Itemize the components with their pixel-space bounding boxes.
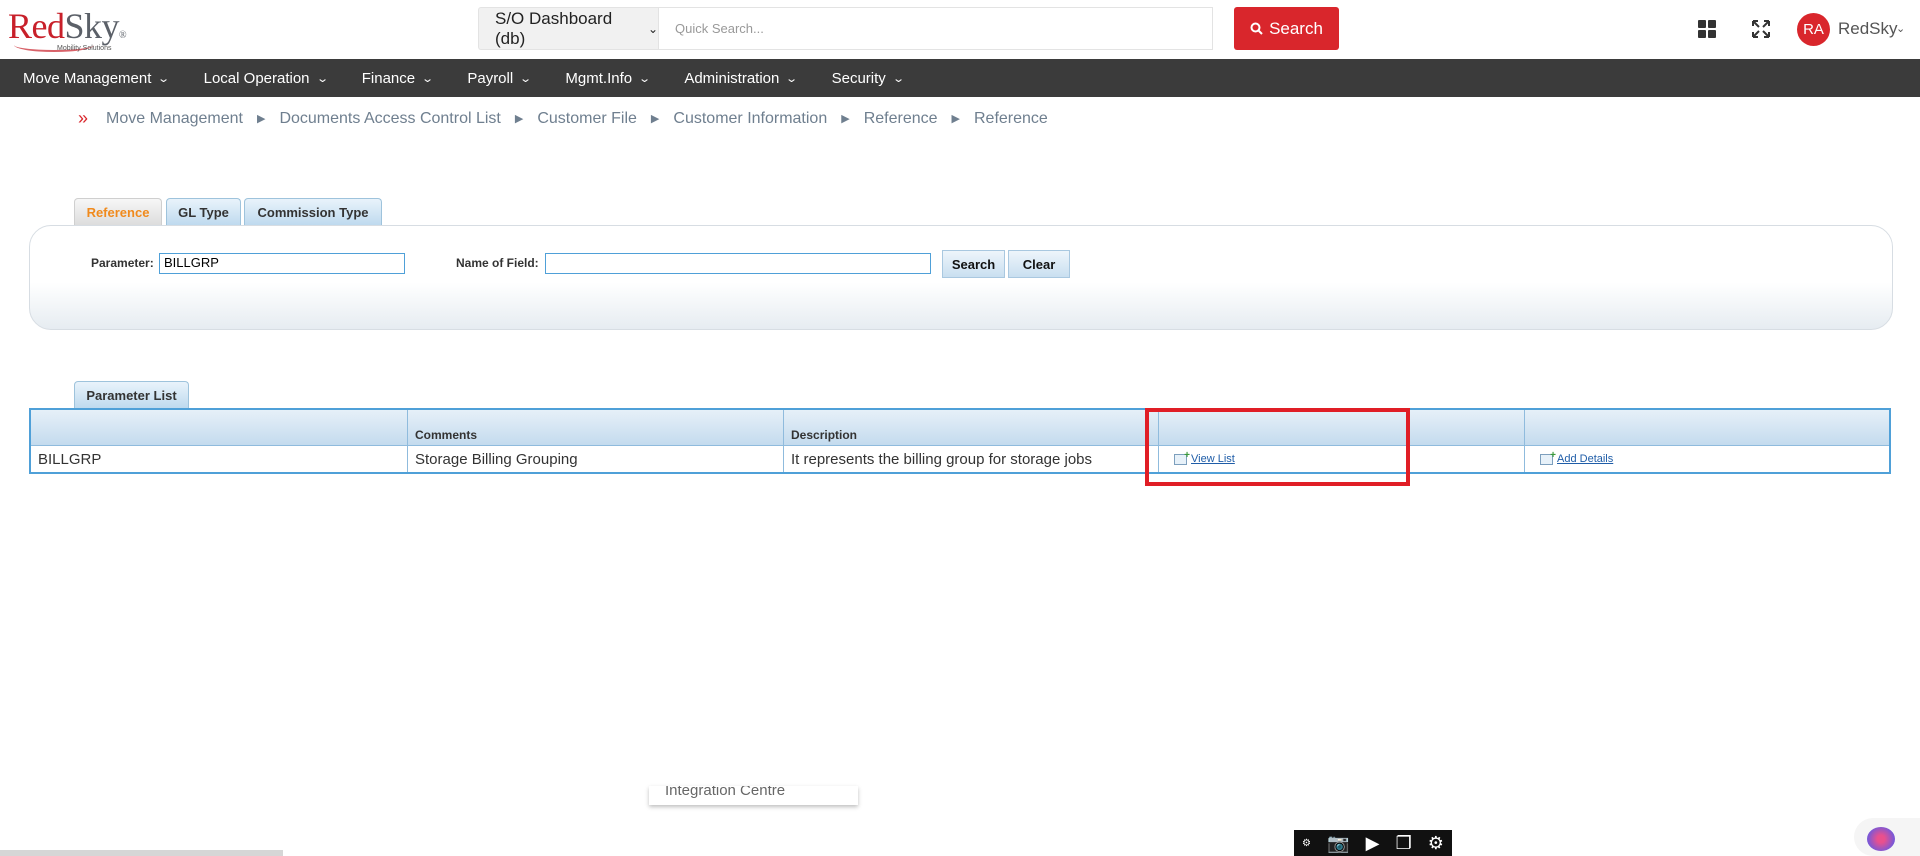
filter-search-button[interactable]: Search [942, 250, 1005, 278]
column-header [1524, 410, 1889, 445]
user-avatar[interactable]: RA [1797, 13, 1830, 46]
breadcrumb-item[interactable]: Reference [864, 110, 938, 128]
breadcrumb-item[interactable]: Documents Access Control List [279, 110, 500, 128]
nav-payroll[interactable]: Payroll ⌄ [467, 70, 533, 87]
nav-administration[interactable]: Administration ⌄ [684, 70, 799, 87]
column-header[interactable]: Comments [407, 410, 783, 445]
breadcrumb-separator-icon: ▶ [951, 113, 960, 125]
chevron-down-icon: ⌄ [421, 72, 435, 85]
redsky-logo[interactable]: RedSky® Mobility Solutions [8, 8, 127, 52]
main-nav: Move Management ⌄ Local Operation ⌄ Financ… [0, 59, 1920, 97]
tab-parameter-list[interactable]: Parameter List [74, 381, 189, 409]
global-search: S/O Dashboard (db) ⌄ Quick Search... Sear… [478, 7, 1339, 50]
annotation-highlight-box [1145, 408, 1410, 486]
double-chevron-icon: » [78, 108, 89, 128]
quick-search-input[interactable]: Quick Search... [658, 7, 1213, 50]
breadcrumb-separator-icon: ▶ [514, 113, 524, 125]
comments-cell: Storage Billing Grouping [407, 446, 783, 472]
brain-icon [1867, 827, 1895, 851]
breadcrumb-separator-icon: ▶ [650, 113, 660, 125]
breadcrumb-item[interactable]: Customer File [537, 110, 637, 128]
breadcrumb: » Move Management ▶ Documents Access Con… [78, 108, 1048, 129]
breadcrumb-item[interactable]: Move Management [106, 110, 243, 128]
nav-security[interactable]: Security ⌄ [832, 70, 905, 87]
nav-local-operation[interactable]: Local Operation ⌄ [204, 70, 329, 87]
dashboard-select[interactable]: S/O Dashboard (db) ⌄ [478, 7, 658, 50]
capture-toolbar: ⚙ 📷 ▶ ❐ ⚙ [1294, 830, 1452, 856]
name-of-field-input[interactable] [545, 253, 931, 274]
table-header-row: Comments Description [31, 410, 1889, 445]
breadcrumb-current: Reference [974, 109, 1048, 127]
document-add-icon [1540, 450, 1556, 465]
chevron-down-icon: ⌄ [157, 72, 171, 85]
settings-mini-icon[interactable]: ⚙ [1302, 838, 1311, 849]
user-name[interactable]: RedSky [1838, 19, 1898, 39]
nav-mgmt-info[interactable]: Mgmt.Info ⌄ [565, 70, 652, 87]
logo-tagline: Mobility Solutions [57, 45, 112, 52]
tab-commission-type[interactable]: Commission Type [244, 198, 382, 226]
apps-grid-icon[interactable] [1698, 20, 1716, 38]
add-details-cell: Add Details [1524, 446, 1889, 472]
add-details-link[interactable]: Add Details [1540, 450, 1613, 465]
fullscreen-icon[interactable] [1752, 18, 1770, 44]
chevron-down-icon: ⌄ [785, 72, 799, 85]
dropdown-menu-fragment[interactable]: Integration Centre [649, 786, 858, 805]
gear-icon[interactable]: ⚙ [1428, 833, 1444, 854]
chevron-down-icon: ⌄ [315, 72, 329, 85]
chevron-down-icon[interactable]: ⌄ [1896, 22, 1905, 35]
chevron-down-icon: ⌄ [638, 72, 652, 85]
chevron-down-icon: ⌄ [647, 21, 658, 36]
extension-widget[interactable] [1854, 818, 1920, 856]
horizontal-scrollbar[interactable] [0, 850, 283, 856]
nav-move-management[interactable]: Move Management ⌄ [23, 70, 171, 87]
search-button[interactable]: Search [1234, 7, 1339, 50]
parameter-input[interactable]: BILLGRP [159, 253, 405, 274]
table-row: BILLGRP Storage Billing Grouping It repr… [31, 445, 1889, 472]
video-icon[interactable]: ▶ [1366, 833, 1380, 854]
column-header[interactable]: Description [783, 410, 1158, 445]
chevron-down-icon: ⌄ [891, 72, 905, 85]
app-header: RedSky® Mobility Solutions S/O Dashboard… [0, 0, 1920, 59]
parameter-table: Comments Description BILLGRP Storage Bil… [29, 408, 1891, 474]
breadcrumb-separator-icon: ▶ [256, 113, 266, 125]
filter-clear-button[interactable]: Clear [1008, 250, 1070, 278]
column-header[interactable] [31, 410, 407, 445]
name-of-field-label: Name of Field: [456, 256, 539, 270]
copy-icon[interactable]: ❐ [1396, 833, 1412, 854]
nav-finance[interactable]: Finance ⌄ [362, 70, 435, 87]
breadcrumb-separator-icon: ▶ [841, 113, 850, 125]
tab-gl-type[interactable]: GL Type [166, 198, 241, 226]
tab-reference[interactable]: Reference [74, 198, 162, 226]
description-cell: It represents the billing group for stor… [783, 446, 1158, 472]
search-icon [1250, 22, 1263, 35]
chevron-down-icon: ⌄ [519, 72, 533, 85]
breadcrumb-item[interactable]: Customer Information [673, 110, 827, 128]
parameter-cell: BILLGRP [38, 450, 102, 468]
camera-icon[interactable]: 📷 [1327, 833, 1349, 854]
parameter-label: Parameter: [91, 256, 154, 270]
menu-item-integration-centre[interactable]: Integration Centre [665, 786, 785, 799]
